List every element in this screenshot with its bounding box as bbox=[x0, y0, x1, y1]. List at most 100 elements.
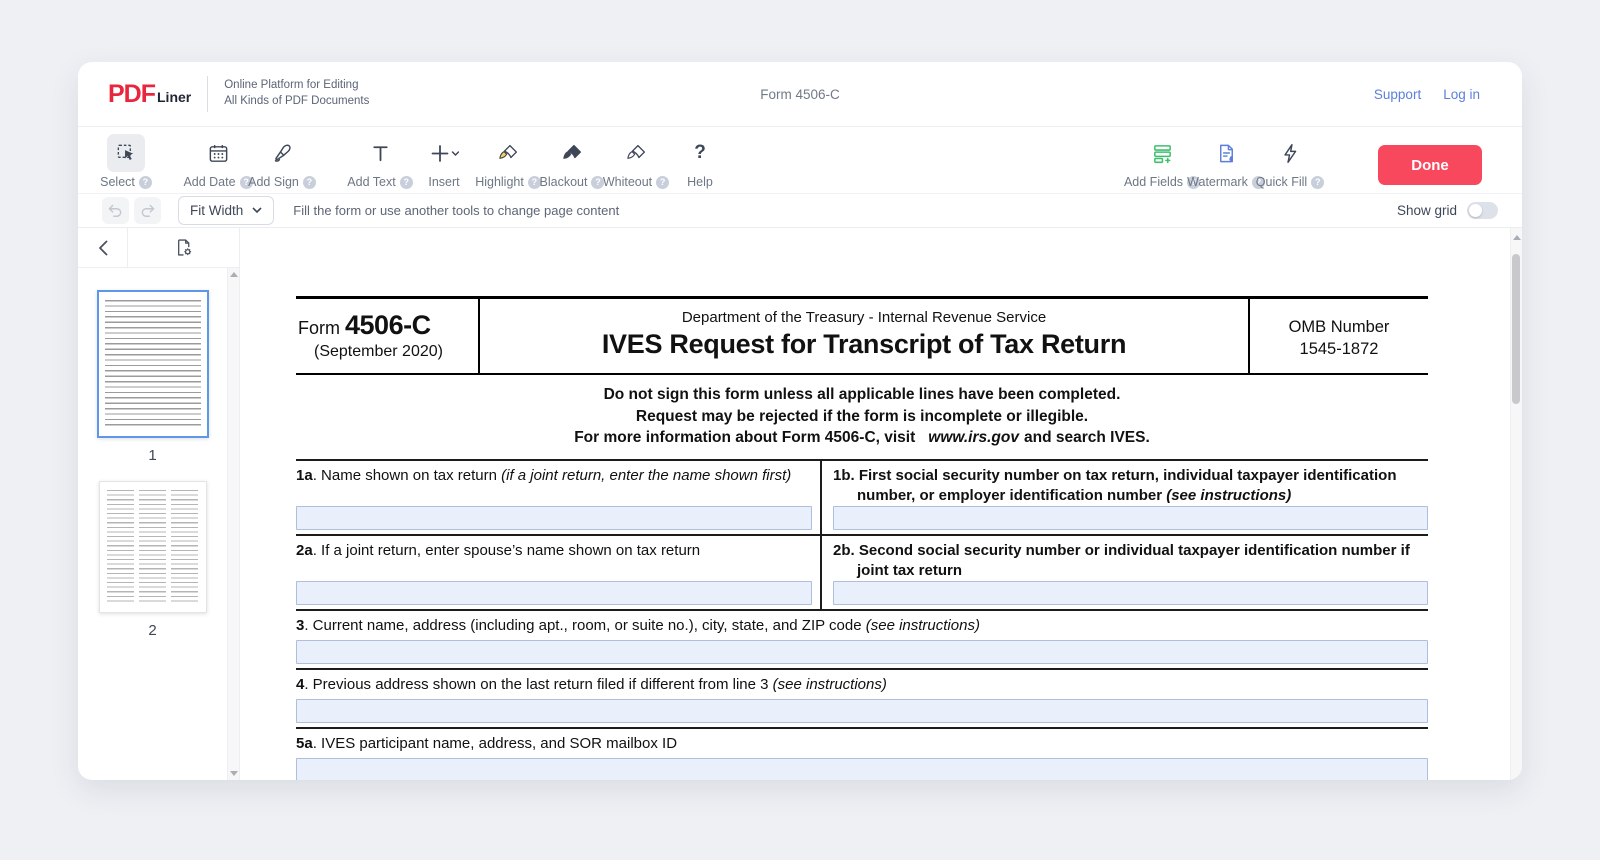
calendar-icon bbox=[207, 142, 230, 165]
blackout-label: Blackout bbox=[540, 175, 588, 189]
form-notice: Do not sign this form unless all applica… bbox=[296, 375, 1428, 459]
insert-button[interactable]: Insert bbox=[412, 134, 476, 189]
form-row-2: 2a. If a joint return, enter spouse’s na… bbox=[296, 534, 1428, 609]
field-5a-label: 5a. IVES participant name, address, and … bbox=[296, 734, 1428, 754]
toolbar-hint-text: Fill the form or use another tools to ch… bbox=[293, 203, 619, 218]
page-number-1: 1 bbox=[148, 447, 156, 464]
toggle-knob bbox=[1469, 204, 1482, 217]
logo-pdf-text: PDF bbox=[108, 80, 155, 109]
show-grid-toggle[interactable] bbox=[1467, 202, 1498, 219]
redo-button[interactable] bbox=[134, 197, 161, 224]
field-4-label: 4. Previous address shown on the last re… bbox=[296, 675, 1428, 695]
omb-cell: OMB Number 1545-1872 bbox=[1250, 299, 1428, 373]
whiteout-brush-icon bbox=[625, 142, 648, 165]
chevron-left-icon bbox=[98, 240, 108, 256]
logo-liner-text: Liner bbox=[157, 89, 191, 105]
form-word: Form bbox=[298, 318, 340, 338]
pages-sidebar: 1 2 bbox=[78, 228, 240, 780]
form-number: 4506-C bbox=[345, 310, 431, 340]
field-1a-label: 1a. Name shown on tax return (if a joint… bbox=[296, 466, 812, 486]
select-tool-button[interactable]: Select? bbox=[94, 134, 158, 189]
watermark-button[interactable]: Watermark? bbox=[1194, 134, 1258, 189]
omb-number: 1545-1872 bbox=[1250, 338, 1428, 360]
highlight-button[interactable]: Highlight? bbox=[476, 134, 540, 189]
page-thumbnails: 1 2 bbox=[78, 268, 227, 780]
document-viewport: Form 4506-C (September 2020) Department … bbox=[240, 228, 1522, 780]
field-2b-input[interactable] bbox=[833, 581, 1428, 605]
whiteout-button[interactable]: Whiteout? bbox=[604, 134, 668, 189]
signature-pen-icon bbox=[271, 142, 294, 165]
form-revision: (September 2020) bbox=[298, 343, 472, 361]
quick-fill-button[interactable]: Quick Fill? bbox=[1258, 134, 1322, 189]
add-date-label: Add Date bbox=[183, 175, 235, 189]
add-text-help-badge[interactable]: ? bbox=[400, 176, 413, 189]
field-1b-input[interactable] bbox=[833, 506, 1428, 530]
form-title: IVES Request for Transcript of Tax Retur… bbox=[480, 329, 1248, 360]
page-settings-button[interactable] bbox=[128, 228, 239, 267]
field-1b: 1b. First social security number on tax … bbox=[820, 461, 1428, 534]
field-3-label: 3. Current name, address (including apt.… bbox=[296, 616, 1428, 636]
pdf-form-page: Form 4506-C (September 2020) Department … bbox=[296, 296, 1428, 780]
page-thumbnail-2[interactable] bbox=[99, 481, 207, 613]
sidebar-scrollbar[interactable] bbox=[227, 268, 239, 780]
chevron-down-icon bbox=[252, 207, 262, 214]
add-sign-label: Add Sign bbox=[248, 175, 299, 189]
add-fields-label: Add Fields bbox=[1124, 175, 1183, 189]
notice-line-1: Do not sign this form unless all applica… bbox=[296, 384, 1428, 406]
field-2b: 2b. Second social security number or ind… bbox=[820, 536, 1428, 609]
viewport-scrollbar[interactable] bbox=[1510, 228, 1522, 780]
add-sign-button[interactable]: Add Sign? bbox=[250, 134, 314, 189]
scroll-up-icon[interactable] bbox=[230, 272, 238, 277]
field-3-input[interactable] bbox=[296, 640, 1428, 664]
add-date-button[interactable]: Add Date? bbox=[186, 134, 250, 189]
app-window: PDF Liner Online Platform for Editing Al… bbox=[78, 62, 1522, 780]
header-links: Support Log in bbox=[1374, 87, 1480, 102]
undo-button[interactable] bbox=[102, 197, 129, 224]
field-2a-input[interactable] bbox=[296, 581, 812, 605]
add-text-label: Add Text bbox=[347, 175, 395, 189]
irs-url: www.irs.gov bbox=[928, 429, 1019, 446]
quick-fill-help-badge[interactable]: ? bbox=[1311, 176, 1324, 189]
quick-fill-label: Quick Fill bbox=[1256, 175, 1307, 189]
add-fields-button[interactable]: Add Fields? bbox=[1130, 134, 1194, 189]
viewport-scrollbar-thumb[interactable] bbox=[1512, 254, 1520, 404]
zoom-mode-value: Fit Width bbox=[190, 203, 243, 218]
secondary-toolbar: Fit Width Fill the form or use another t… bbox=[78, 194, 1522, 228]
select-help-badge[interactable]: ? bbox=[139, 176, 152, 189]
field-5a-input[interactable] bbox=[296, 758, 1428, 781]
help-button[interactable]: ? Help bbox=[668, 134, 732, 189]
viewport-scroll-up-icon[interactable] bbox=[1513, 235, 1521, 240]
field-4-input[interactable] bbox=[296, 699, 1428, 723]
field-2a-label: 2a. If a joint return, enter spouse’s na… bbox=[296, 541, 812, 561]
pdfliner-logo[interactable]: PDF Liner bbox=[108, 80, 191, 109]
form-header-table: Form 4506-C (September 2020) Department … bbox=[296, 296, 1428, 375]
main-toolbar: Select? Add Date? bbox=[78, 127, 1522, 194]
whiteout-label: Whiteout bbox=[603, 175, 652, 189]
field-1b-label: 1b. First social security number on tax … bbox=[833, 466, 1428, 506]
form-number-cell: Form 4506-C (September 2020) bbox=[296, 299, 478, 373]
done-button[interactable]: Done bbox=[1378, 145, 1482, 185]
collapse-sidebar-button[interactable] bbox=[78, 228, 128, 267]
field-1a-input[interactable] bbox=[296, 506, 812, 530]
add-text-button[interactable]: Add Text? bbox=[348, 134, 412, 189]
select-cursor-icon bbox=[115, 142, 138, 165]
omb-label: OMB Number bbox=[1250, 316, 1428, 338]
zoom-mode-select[interactable]: Fit Width bbox=[178, 196, 274, 225]
field-2a: 2a. If a joint return, enter spouse’s na… bbox=[296, 536, 820, 609]
support-link[interactable]: Support bbox=[1374, 87, 1421, 102]
field-1a: 1a. Name shown on tax return (if a joint… bbox=[296, 461, 820, 534]
scroll-down-icon[interactable] bbox=[230, 771, 238, 776]
tagline-line1: Online Platform for Editing bbox=[224, 78, 369, 94]
add-fields-icon bbox=[1151, 142, 1174, 165]
field-2b-label: 2b. Second social security number or ind… bbox=[833, 541, 1428, 581]
page-thumbnail-1[interactable] bbox=[97, 290, 209, 438]
login-link[interactable]: Log in bbox=[1443, 87, 1480, 102]
blackout-brush-icon bbox=[561, 142, 584, 165]
add-sign-help-badge[interactable]: ? bbox=[303, 176, 316, 189]
form-row-4: 4. Previous address shown on the last re… bbox=[296, 668, 1428, 727]
form-row-1: 1a. Name shown on tax return (if a joint… bbox=[296, 459, 1428, 534]
insert-label: Insert bbox=[428, 175, 459, 189]
thumbnail-2-preview bbox=[107, 490, 199, 604]
blackout-button[interactable]: Blackout? bbox=[540, 134, 604, 189]
document-gear-icon bbox=[173, 237, 194, 258]
